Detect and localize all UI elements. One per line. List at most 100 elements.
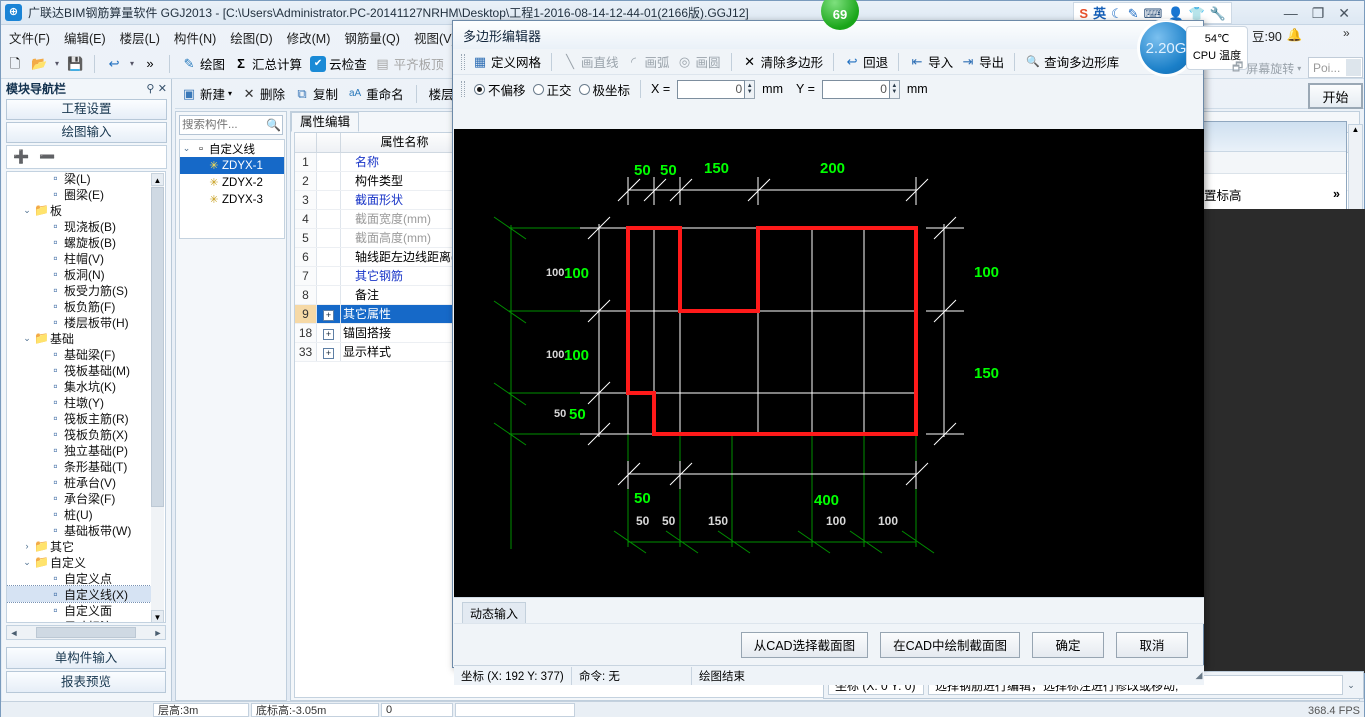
nav-tree-item[interactable]: ▫ 板受力筋(S)	[7, 282, 153, 298]
radio-no-offset-icon[interactable]	[474, 83, 485, 95]
close-button[interactable]: ✕	[1338, 5, 1350, 22]
cloud-check-button[interactable]: ✔ 云检查	[310, 54, 367, 73]
radio-polar[interactable]: 极坐标	[578, 80, 630, 99]
nav-tree-item[interactable]: ⌄ 📁 自定义	[7, 554, 153, 570]
chevron-icon[interactable]: ⌄	[21, 557, 33, 568]
nav-tree-item[interactable]: ▫ 条形基础(T)	[7, 458, 153, 474]
bell-icon[interactable]: 🔔	[1287, 28, 1303, 43]
collapse-all-icon[interactable]: ➖	[39, 149, 55, 165]
menu-file[interactable]: 文件(F)	[9, 28, 50, 47]
screen-rotate-button[interactable]: 🗗 屏幕旋转 ▾	[1232, 58, 1301, 79]
tree-horizontal-scrollbar[interactable]: ◄ ►	[6, 625, 166, 640]
nav-tree-item[interactable]: ▫ 螺旋板(B)	[7, 234, 153, 250]
radio-orthogonal[interactable]: 正交	[532, 80, 572, 99]
moon-icon[interactable]: ☾	[1111, 7, 1123, 20]
nav-tree-item[interactable]: ▫尺寸标注(W)	[7, 618, 153, 622]
draw-button[interactable]: ✎ 绘图	[181, 54, 225, 73]
status-scroll-caret-icon[interactable]: ⌄	[1343, 680, 1359, 691]
radio-orthogonal-icon[interactable]	[532, 83, 544, 95]
flat-slab-button[interactable]: ▤ 平齐板顶	[375, 54, 443, 73]
search-input[interactable]	[182, 119, 266, 131]
nav-tree-item[interactable]: ▫ 筏板负筋(X)	[7, 426, 153, 442]
undo-icon[interactable]: ↩	[106, 56, 122, 72]
draw-circle-button[interactable]: ◎ 画圆	[677, 52, 721, 71]
polygon-outline[interactable]	[626, 226, 918, 436]
minimize-button[interactable]: —	[1284, 5, 1298, 21]
nav-tree-item[interactable]: ▫ 柱墩(Y)	[7, 394, 153, 410]
scroll-thumb[interactable]	[151, 187, 164, 507]
y-spinner[interactable]: ▲ ▼	[889, 79, 900, 99]
nav-tree-item[interactable]: ▫ 筏板主筋(R)	[7, 410, 153, 426]
cpu-speed-badge[interactable]: 2.20G	[1140, 22, 1192, 74]
save-icon[interactable]: 💾	[67, 56, 83, 72]
component-tree-item[interactable]: ⌄ ▫ 自定义线	[180, 140, 284, 157]
nav-tree-item[interactable]: ▫ 自定义线(X)	[7, 585, 154, 603]
skin-icon[interactable]: 👕	[1189, 7, 1205, 20]
new-file-icon[interactable]: 🗋	[7, 56, 23, 72]
scroll-up-icon[interactable]: ▲	[151, 173, 164, 186]
property-row-expander[interactable]: +	[317, 305, 341, 323]
draw-line-button[interactable]: ╲ 画直线	[562, 52, 618, 71]
component-tree-item[interactable]: ✳ ZDYX-1	[180, 157, 284, 174]
menu-floor[interactable]: 楼层(L)	[120, 28, 160, 47]
start-button[interactable]: 开始	[1308, 83, 1363, 109]
sum-calc-button[interactable]: Σ 汇总计算	[233, 54, 302, 73]
nav-tree-item[interactable]: ▫ 柱帽(V)	[7, 250, 153, 266]
open-folder-icon[interactable]: 📂	[31, 56, 47, 72]
nav-tab-project-settings[interactable]: 工程设置	[6, 99, 167, 120]
y-input-group[interactable]: 0 ▲ ▼	[821, 79, 900, 99]
delete-component-button[interactable]: ✕ 删除	[241, 84, 285, 103]
menu-component[interactable]: 构件(N)	[174, 28, 216, 47]
rename-component-button[interactable]: aA 重命名	[347, 84, 404, 103]
copy-component-button[interactable]: ⧉ 复制	[294, 84, 338, 103]
right-panel-scrollbar[interactable]: ▲	[1348, 124, 1363, 214]
query-polygon-library-button[interactable]: 🔍 查询多边形库	[1025, 52, 1119, 71]
chevron-down-icon[interactable]: ▾	[1297, 64, 1301, 73]
radio-polar-icon[interactable]	[578, 83, 590, 95]
property-row-expander[interactable]: +	[317, 343, 341, 361]
keyboard-icon[interactable]: ⌨	[1144, 7, 1163, 20]
scroll-right-icon[interactable]: ►	[151, 628, 165, 638]
ok-button[interactable]: 确定	[1032, 631, 1104, 658]
close-icon[interactable]: ✕	[158, 83, 167, 95]
x-input[interactable]: 0	[677, 79, 746, 99]
menu-view[interactable]: 视图(V)	[414, 28, 456, 47]
toolbar-grip[interactable]	[461, 53, 465, 70]
overflow-icon[interactable]: »	[142, 56, 158, 72]
define-grid-button[interactable]: ▦ 定义网格	[472, 52, 541, 71]
property-row-expander[interactable]: +	[317, 324, 341, 342]
nav-tree-item[interactable]: ▫ 现浇板(B)	[7, 218, 153, 234]
nav-tree-item[interactable]: ▫ 板洞(N)	[7, 266, 153, 282]
nav-tree-item[interactable]: ▫ 梁(L)	[7, 172, 153, 186]
search-icon[interactable]: 🔍	[266, 118, 281, 132]
nav-tree-item[interactable]: ▫ 桩承台(V)	[7, 474, 153, 490]
menu-rebar[interactable]: 钢筋量(Q)	[344, 28, 400, 47]
expand-icon[interactable]: +	[323, 348, 334, 359]
component-search[interactable]: 🔍	[179, 115, 283, 135]
nav-tree-item[interactable]: ▫ 承台梁(F)	[7, 490, 153, 506]
scroll-down-icon[interactable]: ▼	[151, 610, 164, 622]
hscroll-thumb[interactable]	[36, 627, 136, 638]
user-icon[interactable]: 👤	[1167, 7, 1183, 20]
cancel-button[interactable]: 取消	[1116, 631, 1188, 658]
chevron-icon[interactable]: ⌄	[21, 333, 33, 344]
chevron-icon[interactable]: ›	[21, 541, 33, 551]
draw-arc-button[interactable]: ◜ 画弧	[626, 52, 670, 71]
component-tree-item[interactable]: ✳ ZDYX-2	[180, 174, 284, 191]
nav-tree-item[interactable]: ▫ 独立基础(P)	[7, 442, 153, 458]
scroll-left-icon[interactable]: ◄	[7, 628, 21, 638]
chevron-icon[interactable]: ⌄	[180, 143, 193, 154]
export-button[interactable]: ⇥ 导出	[960, 52, 1004, 71]
nav-tree-item[interactable]: ▫ 自定义点	[7, 570, 153, 586]
overflow-chevron-top[interactable]: »	[1343, 26, 1350, 40]
undo-caret-icon[interactable]: ▾	[130, 59, 134, 68]
sogou-ime-icon[interactable]: S	[1079, 7, 1088, 20]
maximize-button[interactable]: ❐	[1312, 5, 1325, 22]
tree-vertical-scrollbar[interactable]: ▲ ▼	[151, 173, 164, 622]
nav-tree-item[interactable]: ⌄ 📁 板	[7, 202, 153, 218]
options-grip[interactable]	[461, 81, 465, 97]
tools-icon[interactable]: 🔧	[1210, 7, 1226, 20]
nav-tree-item[interactable]: ▫ 筏板基础(M)	[7, 362, 153, 378]
chevron-icon[interactable]: ⌄	[21, 205, 33, 216]
tab-dynamic-input[interactable]: 动态输入	[462, 602, 527, 624]
